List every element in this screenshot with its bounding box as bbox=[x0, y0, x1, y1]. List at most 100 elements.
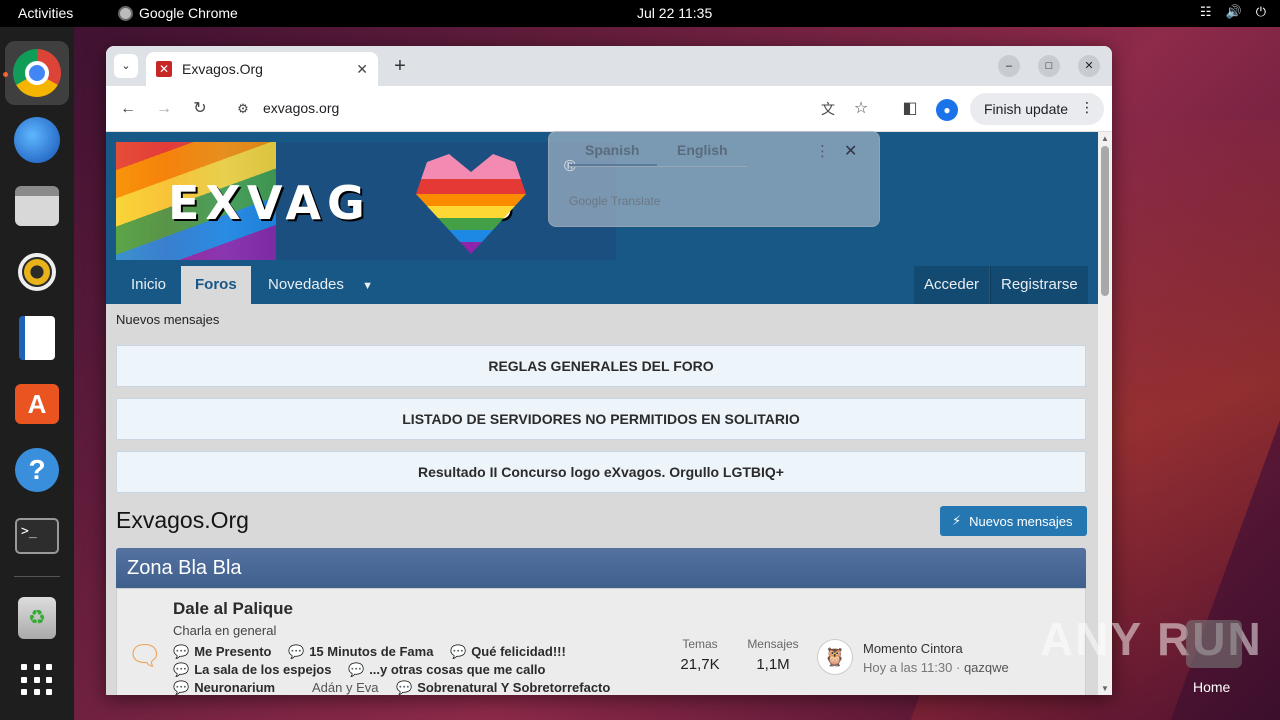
forward-icon[interactable]: → bbox=[153, 98, 175, 120]
maximize-button[interactable]: □ bbox=[1038, 55, 1060, 77]
subforum-bubble-icon: 💬 bbox=[450, 644, 467, 659]
tab-close-icon[interactable]: ✕ bbox=[356, 61, 368, 78]
page-title: Exvagos.Org bbox=[116, 507, 249, 533]
translate-brand: Google Translate bbox=[569, 194, 661, 208]
subforum-link[interactable]: 💬 Sobrenatural Y Sobretorrefacto bbox=[396, 680, 610, 695]
finish-update-label: Finish update bbox=[984, 101, 1069, 117]
chrome-small-icon bbox=[118, 5, 133, 21]
bookmark-star-icon[interactable]: ☆ bbox=[850, 98, 872, 120]
last-post-avatar[interactable]: 🦉 bbox=[817, 639, 853, 675]
translate-tab-divider bbox=[569, 166, 747, 167]
notice-concurso[interactable]: Resultado II Concurso logo eXvagos. Orgu… bbox=[116, 451, 1086, 493]
nav-foros[interactable]: Foros bbox=[181, 266, 251, 304]
dock-writer[interactable] bbox=[13, 314, 61, 362]
finish-update-button[interactable]: Finish update ⋮ bbox=[970, 93, 1104, 125]
new-posts-button[interactable]: ⚡ Nuevos mensajes bbox=[940, 506, 1087, 536]
subforum-link[interactable]: 💬 La sala de los espejos bbox=[173, 662, 331, 678]
scroll-up-icon[interactable]: ▲ bbox=[1101, 134, 1109, 143]
favicon-icon: ✕ bbox=[156, 61, 172, 77]
trash-icon: ♻ bbox=[18, 597, 56, 639]
app-center-icon: A bbox=[15, 384, 59, 424]
last-post-time: Hoy a las 11:30 bbox=[863, 660, 953, 675]
home-folder-label[interactable]: Home bbox=[1193, 679, 1230, 695]
app-name: Google Chrome bbox=[139, 5, 238, 21]
scroll-down-icon[interactable]: ▼ bbox=[1101, 684, 1109, 693]
profile-avatar-icon[interactable]: ● bbox=[936, 99, 958, 121]
dock-trash[interactable]: ♻ bbox=[13, 594, 61, 642]
network-icon: ☷ bbox=[1199, 4, 1212, 19]
tab-strip: ⌄ ✕ Exvagos.Org ✕ + – □ ✕ bbox=[106, 46, 1112, 86]
posts-count: 1,1M bbox=[756, 656, 790, 673]
nav-registrarse[interactable]: Registrarse bbox=[990, 266, 1088, 304]
forum-node: 🗨 Dale al Palique Charla en general 💬 Me … bbox=[116, 588, 1086, 695]
dock-rhythmbox[interactable] bbox=[13, 248, 61, 296]
translate-icon[interactable]: 文 bbox=[817, 98, 839, 120]
dock: A ? >_ ♻ bbox=[0, 27, 74, 720]
thunderbird-icon bbox=[14, 117, 60, 163]
translate-tab-indicator bbox=[569, 164, 657, 166]
clock[interactable]: Jul 22 11:35 bbox=[637, 5, 712, 21]
notice-reglas[interactable]: REGLAS GENERALES DEL FORO bbox=[116, 345, 1086, 387]
subforum-link[interactable]: 💬 ...y otras cosas que me callo bbox=[348, 662, 546, 678]
chrome-icon bbox=[13, 49, 61, 97]
dock-files[interactable] bbox=[13, 182, 61, 230]
subnav-nuevos-mensajes[interactable]: Nuevos mensajes bbox=[116, 312, 219, 327]
notice-servidores[interactable]: LISTADO DE SERVIDORES NO PERMITIDOS EN S… bbox=[116, 398, 1086, 440]
rhythmbox-icon bbox=[18, 253, 56, 291]
translate-options-icon[interactable]: ⋮ bbox=[815, 142, 830, 160]
chrome-menu-icon[interactable]: ⋮ bbox=[1080, 99, 1094, 116]
nav-acceder[interactable]: Acceder bbox=[914, 266, 990, 304]
dock-chrome[interactable] bbox=[5, 41, 69, 105]
scrollbar-thumb[interactable] bbox=[1101, 146, 1109, 296]
minimize-button[interactable]: – bbox=[998, 55, 1020, 77]
tab-title: Exvagos.Org bbox=[182, 61, 263, 77]
browser-toolbar: ← → ↻ ⚙ exvagos.org 文 ☆ ◧ Finish update … bbox=[106, 86, 1112, 132]
back-icon[interactable]: ← bbox=[117, 98, 139, 120]
rainbow-heart-graphic bbox=[416, 154, 526, 254]
main-nav: Inicio Foros Novedades ▼ Acceder Registr… bbox=[106, 266, 1098, 304]
translate-close-icon[interactable]: ✕ bbox=[844, 141, 857, 161]
subforum-link[interactable]: 💬 15 Minutos de Fama bbox=[288, 644, 433, 660]
chevron-down-icon[interactable]: ▼ bbox=[362, 280, 373, 292]
home-folder-icon[interactable] bbox=[1186, 620, 1242, 668]
subforum-link[interactable]: Adán y Eva bbox=[312, 680, 379, 695]
tab-exvagos[interactable]: ✕ Exvagos.Org ✕ bbox=[146, 52, 378, 86]
address-bar[interactable]: exvagos.org bbox=[263, 100, 339, 116]
translate-popup: Spanish English ⋮ ✕ Google Translate bbox=[548, 131, 880, 227]
dock-thunderbird[interactable] bbox=[13, 116, 61, 164]
files-icon bbox=[15, 186, 59, 226]
dock-terminal[interactable]: >_ bbox=[13, 512, 61, 560]
writer-icon bbox=[19, 316, 55, 360]
tab-search-button[interactable]: ⌄ bbox=[114, 54, 138, 78]
category-header[interactable]: Zona Bla Bla bbox=[116, 548, 1086, 588]
lightning-icon: ⚡ bbox=[952, 513, 962, 528]
subforum-bubble-icon: 💬 bbox=[396, 680, 413, 695]
subforum-bubble-icon: 💬 bbox=[348, 662, 365, 677]
system-tray[interactable]: ☷ 🔊 ⏻ bbox=[1200, 4, 1266, 20]
nav-inicio[interactable]: Inicio bbox=[117, 266, 180, 304]
translate-tab-spanish[interactable]: Spanish bbox=[585, 142, 639, 158]
threads-count: 21,7K bbox=[680, 656, 720, 673]
last-post-title[interactable]: Momento Cintora bbox=[863, 641, 963, 656]
site-info-icon[interactable]: ⚙ bbox=[232, 98, 254, 120]
side-panel-icon[interactable]: ◧ bbox=[899, 98, 921, 120]
activities-button[interactable]: Activities bbox=[18, 5, 73, 21]
dock-help[interactable]: ? bbox=[13, 446, 61, 494]
subforum-link[interactable]: 💬 Qué felicidad!!! bbox=[450, 644, 566, 660]
help-icon: ? bbox=[15, 448, 59, 492]
translate-tab-english[interactable]: English bbox=[677, 142, 728, 158]
dock-show-apps[interactable] bbox=[13, 656, 61, 704]
subforum-link[interactable]: 💬 Neuronarium bbox=[173, 680, 275, 695]
node-title[interactable]: Dale al Palique bbox=[173, 599, 293, 619]
dock-app-center[interactable]: A bbox=[13, 380, 61, 428]
close-window-button[interactable]: ✕ bbox=[1078, 55, 1100, 77]
last-post-user[interactable]: qazqwe bbox=[964, 660, 1009, 675]
page-scrollbar[interactable]: ▲ ▼ bbox=[1098, 132, 1112, 695]
subforum-link[interactable]: 💬 Me Presento bbox=[173, 644, 272, 660]
app-menu[interactable]: Google Chrome bbox=[118, 5, 238, 21]
reload-icon[interactable]: ↻ bbox=[189, 98, 211, 120]
subforum-bubble-icon: 💬 bbox=[173, 680, 190, 695]
site-logo[interactable]: EXVAG S ® bbox=[116, 142, 616, 260]
nav-novedades[interactable]: Novedades ▼ bbox=[254, 266, 387, 304]
new-tab-button[interactable]: + bbox=[388, 54, 412, 78]
